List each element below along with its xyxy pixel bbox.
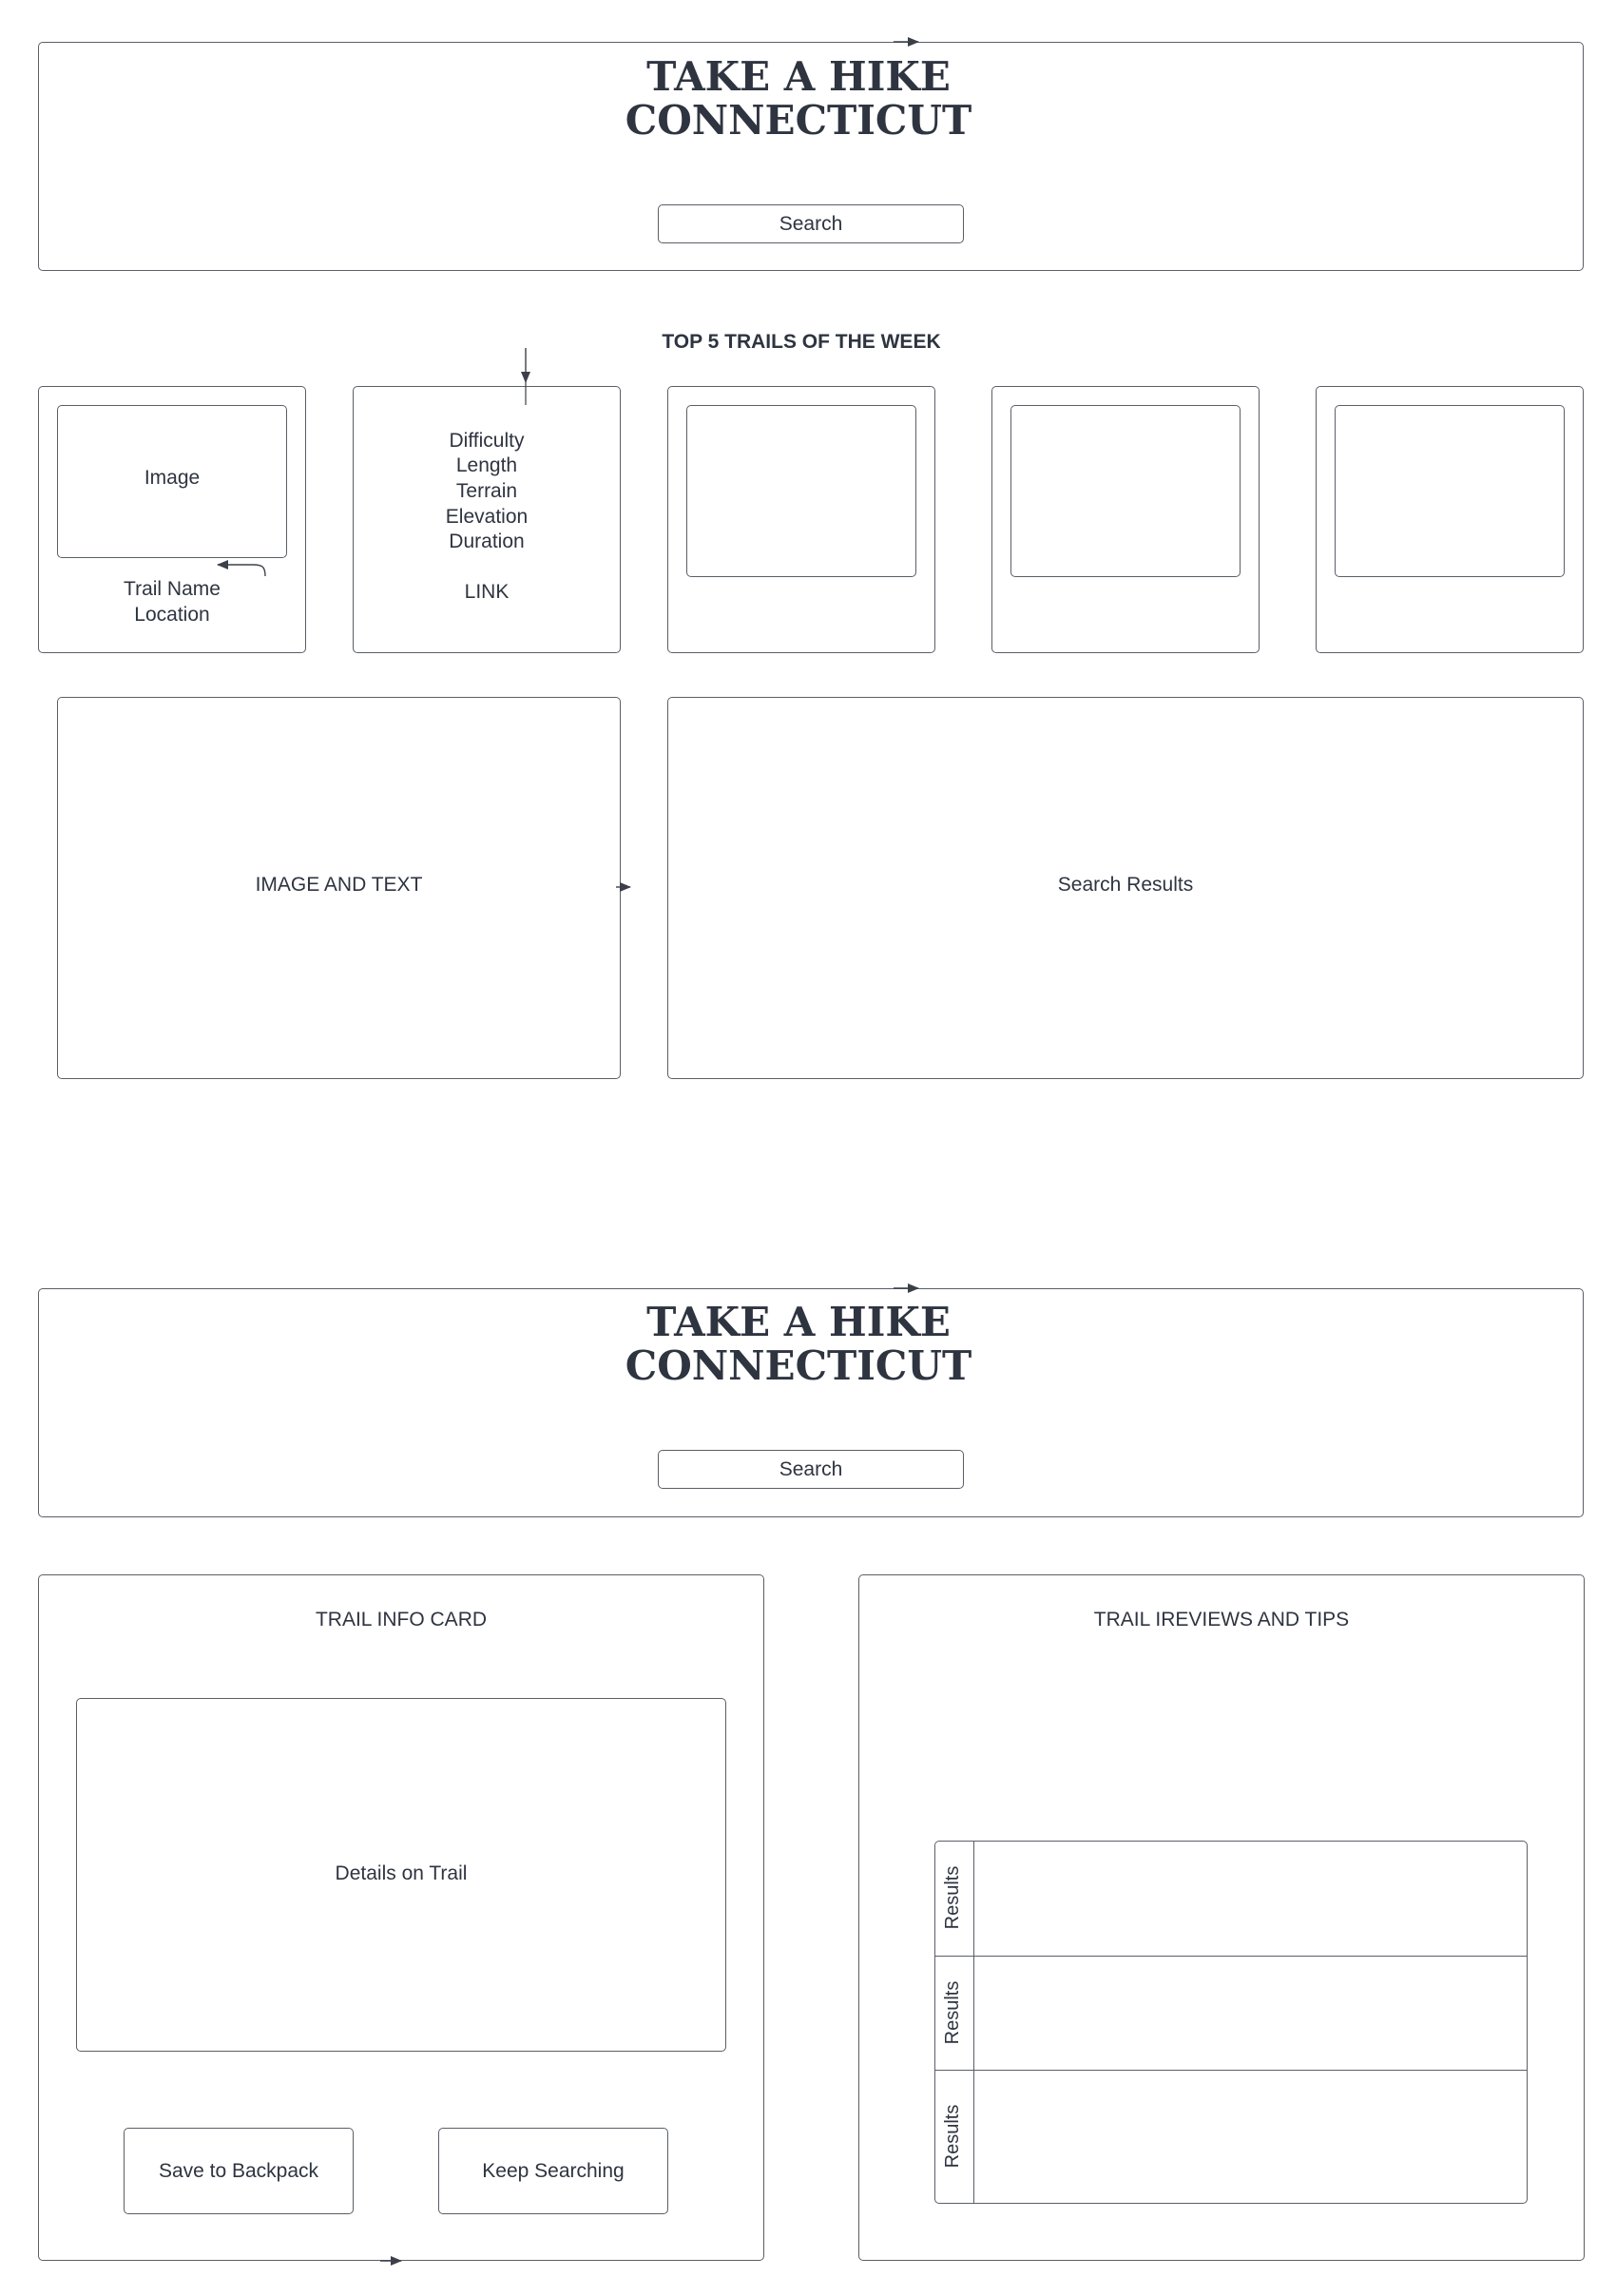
- connector-layer: [217, 37, 919, 2266]
- connector-arrow-card-1: [217, 560, 266, 577]
